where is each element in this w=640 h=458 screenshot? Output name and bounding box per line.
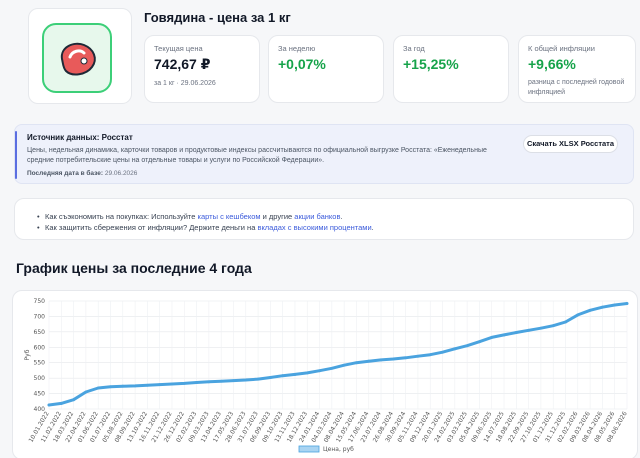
tips-card: Как съэкономить на покупках: Используйте… [14, 198, 634, 240]
data-point [158, 383, 162, 387]
y-tick-label: 650 [34, 329, 46, 336]
current-price-value: 742,67 ₽ [154, 56, 211, 72]
y-tick-label: 450 [34, 391, 46, 398]
data-point [404, 356, 408, 360]
y-tick-label: 550 [34, 360, 46, 367]
current-price-sub: за 1 кг · 29.06.2026 [154, 80, 216, 87]
data-point [232, 379, 235, 383]
data-point [441, 350, 444, 354]
deposits-link[interactable]: вкладах с высокими процентами [257, 223, 371, 232]
tip-savings: Как съэкономить на покупках: Используйте… [37, 211, 374, 222]
data-point [465, 344, 469, 348]
cashback-cards-link[interactable]: карты с кешбеком [198, 212, 261, 221]
data-point [588, 308, 592, 312]
data-point [490, 336, 494, 339]
meat-steak-icon [42, 23, 112, 93]
y-axis-label: Руб [24, 349, 31, 360]
data-point [47, 403, 51, 407]
data-point [318, 369, 321, 373]
data-point [281, 374, 285, 378]
tips-list: Как съэкономить на покупках: Используйте… [37, 211, 374, 233]
data-point [195, 381, 198, 384]
price-line-chart: 40045050055060065070075010.01.202211.02.… [24, 298, 629, 453]
tip-text: Как съэкономить на покупках: Используйте [45, 212, 198, 221]
data-point [527, 328, 531, 332]
y-tick-label: 500 [34, 375, 46, 382]
tip-text: Как защитить сбережения от инфляции? Дер… [45, 223, 258, 232]
tip-text: и другие [260, 212, 295, 221]
stat-week: За неделю +0,07% [268, 35, 384, 103]
legend-swatch [298, 445, 320, 453]
data-source-notice: Источник данных: Росстат Цены, недельная… [14, 124, 634, 184]
data-point [379, 358, 383, 362]
stat-year: За год +15,25% [393, 35, 509, 103]
data-point [564, 320, 567, 324]
data-point [293, 373, 297, 376]
data-point [72, 398, 75, 402]
data-point [121, 384, 125, 388]
data-point [539, 326, 543, 330]
data-point [84, 390, 88, 394]
data-point [96, 386, 100, 390]
data-point [428, 353, 432, 357]
data-point [59, 402, 63, 405]
data-point [342, 363, 346, 367]
data-point [330, 366, 334, 370]
data-point [551, 324, 555, 328]
data-point [170, 382, 174, 386]
data-point [145, 383, 149, 387]
data-point [453, 347, 457, 351]
data-point [576, 313, 580, 317]
data-point [355, 361, 358, 365]
data-point [391, 357, 395, 361]
tip-deposits: Как защитить сбережения от инфляции? Дер… [37, 222, 374, 233]
y-tick-label: 700 [34, 313, 46, 320]
tip-text: . [340, 212, 343, 221]
inflation-diff-value: +9,66% [528, 56, 576, 72]
data-point [244, 378, 248, 382]
data-point [625, 302, 629, 305]
download-xlsx-button[interactable]: Скачать XLSX Росстата [523, 135, 618, 153]
stat-current-price: Текущая цена 742,67 ₽ за 1 кг · 29.06.20… [144, 35, 260, 103]
source-description: Цены, недельная динамика, карточки товар… [27, 147, 487, 164]
data-point [207, 380, 211, 384]
data-point [601, 305, 604, 309]
tip-text: . [371, 223, 374, 232]
last-date-value: 29.06.2026 [104, 170, 138, 177]
data-point [305, 371, 309, 375]
source-last-date: Последняя дата в базе: 29.06.2026 [27, 170, 137, 177]
data-point [613, 303, 617, 307]
price-series-line [47, 302, 629, 407]
stat-inflation: К общей инфляции +9,66% разница с послед… [518, 35, 636, 103]
data-point [182, 381, 186, 385]
stat-label: За год [403, 44, 425, 53]
stat-label: За неделю [278, 44, 316, 53]
data-point [219, 379, 223, 383]
week-change-value: +0,07% [278, 56, 326, 72]
year-change-value: +15,25% [403, 56, 459, 72]
source-title: Источник данных: Росстат [27, 133, 133, 142]
page-title: Говядина - цена за 1 кг [144, 10, 291, 25]
bank-promos-link[interactable]: акции банков [294, 212, 340, 221]
data-point [514, 331, 518, 334]
inflation-diff-sub: разница с последней годовой инфляцией [528, 79, 625, 96]
y-tick-label: 750 [34, 298, 46, 305]
product-image-card [28, 8, 132, 104]
data-point [133, 384, 137, 388]
stat-label: Текущая цена [154, 44, 203, 53]
last-date-label: Последняя дата в базе: [27, 170, 104, 177]
legend-label: Цена, руб [323, 446, 354, 453]
accent-bar [15, 131, 17, 179]
data-point [109, 385, 112, 389]
price-chart-card: 400 450 500 550 600 650 700 750 10.01.2022 11.02.… [12, 290, 638, 458]
data-point [268, 376, 272, 379]
data-point [367, 359, 371, 363]
data-point [256, 377, 260, 381]
data-point [416, 354, 420, 358]
chart-heading: График цены за последние 4 года [16, 260, 252, 276]
y-tick-label: 600 [34, 344, 46, 351]
stat-label: К общей инфляции [528, 44, 595, 53]
data-point [478, 340, 481, 344]
data-point [502, 333, 506, 337]
